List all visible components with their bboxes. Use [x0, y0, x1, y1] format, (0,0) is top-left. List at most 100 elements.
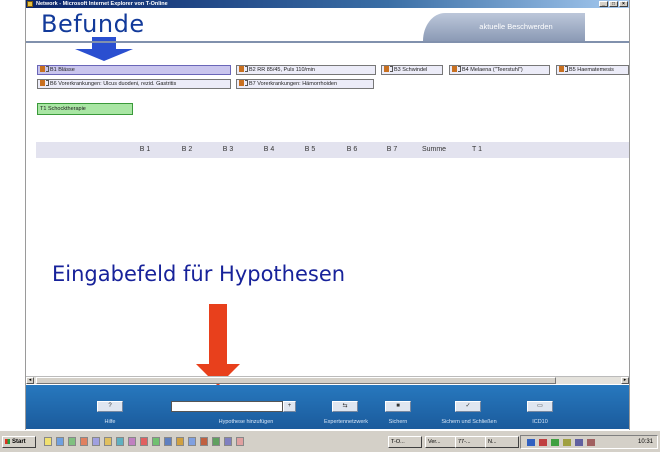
help-label: Hilfe: [104, 419, 116, 425]
window-title: Network - Microsoft Internet Explorer vo…: [36, 1, 168, 7]
finding-chip-label: B6 Vorerkrankungen: Ulcus duodeni, rezid…: [50, 81, 177, 87]
finding-chip-label: B4 Melaena ("Teerstuhl"): [462, 67, 523, 73]
hypothesis-input[interactable]: [171, 401, 283, 412]
bracket-icon: [458, 66, 461, 72]
finding-chip-b3[interactable]: B3 Schwindel: [381, 65, 443, 75]
column-b2: B 2: [181, 146, 193, 153]
finding-icon: [40, 80, 45, 86]
column-t1: T 1: [472, 146, 482, 153]
save-label: Sichern: [388, 419, 408, 425]
maximize-button[interactable]: □: [609, 1, 618, 7]
save-button[interactable]: ■: [385, 401, 411, 412]
quicklaunch-folder-icon[interactable]: [44, 437, 52, 446]
quicklaunch-media-icon[interactable]: [128, 437, 136, 446]
add-icon: +: [287, 403, 292, 409]
bracket-icon: [245, 80, 248, 86]
finding-icon: [239, 66, 244, 72]
save-close-icon: ✓: [465, 403, 471, 409]
system-tray: 10:31: [520, 435, 658, 449]
quicklaunch-ie-icon[interactable]: [56, 437, 64, 446]
minimize-button[interactable]: _: [599, 1, 608, 7]
befunde-heading: Befunde: [41, 10, 145, 38]
quicklaunch-net-icon[interactable]: [188, 437, 196, 446]
column-b7: B 7: [386, 146, 398, 153]
finding-chip-b7[interactable]: B7 Vorerkrankungen: Hämorrhoiden: [236, 79, 374, 89]
tab-aktuelle-beschwerden[interactable]: aktuelle Beschwerden: [423, 13, 585, 41]
window-titlebar: Network - Microsoft Internet Explorer vo…: [26, 0, 629, 8]
hypothesis-field-annotation: Eingabefeld für Hypothesen: [52, 262, 346, 286]
column-b4: B 4: [263, 146, 275, 153]
windows-logo-icon: [5, 439, 10, 444]
quicklaunch-player-icon[interactable]: [140, 437, 148, 446]
finding-chip-b2[interactable]: B2 RR 85/45, Puls 110/min: [236, 65, 376, 75]
horizontal-scrollbar[interactable]: ◂ ▸: [26, 376, 629, 384]
hypothesis-add-button[interactable]: +: [283, 401, 296, 412]
therapy-chip-t1[interactable]: T1 Schocktherapie: [37, 103, 133, 115]
quicklaunch-calc-icon[interactable]: [152, 437, 160, 446]
tray-network-icon[interactable]: [527, 439, 535, 446]
bracket-icon: [46, 66, 49, 72]
finding-chip-label: B5 Haematemesis: [569, 67, 614, 73]
quicklaunch-word-icon[interactable]: [92, 437, 100, 446]
icd10-label: ICD10: [532, 419, 548, 425]
taskbar-item-ver[interactable]: Ver...: [425, 436, 459, 448]
expert-network-label: Expertennetzwerk: [323, 419, 369, 425]
scroll-right-button[interactable]: ▸: [621, 377, 629, 384]
help-button[interactable]: ?: [97, 401, 123, 412]
expert-network-button[interactable]: ⇆: [332, 401, 358, 412]
finding-chip-b1[interactable]: B1 Blässe: [37, 65, 231, 75]
close-button[interactable]: ×: [619, 1, 628, 7]
taskbar-clock: 10:31: [637, 439, 653, 445]
windows-taskbar: Start T-O... Ver... 77-... N... 10:31: [0, 430, 660, 452]
quicklaunch-excel-icon[interactable]: [68, 437, 76, 446]
taskbar-item-n[interactable]: N...: [485, 436, 519, 448]
finding-icon: [559, 66, 564, 72]
evaluation-column-header: B 1 B 2 B 3 B 4 B 5 B 6 B 7 Summe T 1: [36, 142, 629, 158]
tray-misc-icon[interactable]: [587, 439, 595, 446]
bracket-icon: [46, 80, 49, 86]
tray-update-icon[interactable]: [551, 439, 559, 446]
column-b3: B 3: [222, 146, 234, 153]
finding-icon: [384, 66, 389, 72]
bracket-icon: [245, 66, 248, 72]
finding-chip-b6[interactable]: B6 Vorerkrankungen: Ulcus duodeni, rezid…: [37, 79, 231, 89]
start-label: Start: [12, 439, 26, 445]
save-close-button[interactable]: ✓: [455, 401, 481, 412]
quicklaunch-app-icon[interactable]: [80, 437, 88, 446]
app-toolbar: ? Hilfe + Hypothese hinzufügen ⇆ Experte…: [26, 385, 629, 429]
quicklaunch-more-icon[interactable]: [224, 437, 232, 446]
quicklaunch-explorer-icon[interactable]: [104, 437, 112, 446]
column-summe: Summe: [421, 146, 447, 153]
help-icon: ?: [108, 403, 112, 409]
icd-icon: ▭: [537, 403, 543, 409]
taskbar-item-tonline[interactable]: T-O...: [388, 436, 422, 448]
browser-window: Network - Microsoft Internet Explorer vo…: [25, 0, 630, 452]
finding-chip-label: B3 Schwindel: [394, 67, 428, 73]
quicklaunch-misc-icon[interactable]: [200, 437, 208, 446]
quicklaunch-mail-icon[interactable]: [116, 437, 124, 446]
column-b1: B 1: [139, 146, 151, 153]
quicklaunch-last-icon[interactable]: [236, 437, 244, 446]
network-icon: ⇆: [342, 403, 348, 409]
quicklaunch-extra-icon[interactable]: [212, 437, 220, 446]
start-button[interactable]: Start: [2, 436, 36, 448]
finding-icon: [239, 80, 244, 86]
finding-chip-b5[interactable]: B5 Haematemesis: [556, 65, 629, 75]
header-divider: [26, 41, 629, 43]
floppy-disk-icon: ■: [396, 403, 400, 409]
quicklaunch-paint-icon[interactable]: [176, 437, 184, 446]
column-b6: B 6: [346, 146, 358, 153]
taskbar-item-77[interactable]: 77-...: [455, 436, 489, 448]
tray-app-icon[interactable]: [575, 439, 583, 446]
scroll-left-button[interactable]: ◂: [26, 377, 34, 384]
quicklaunch-tool-icon[interactable]: [164, 437, 172, 446]
tray-antivirus-icon[interactable]: [539, 439, 547, 446]
finding-chip-b4[interactable]: B4 Melaena ("Teerstuhl"): [449, 65, 550, 75]
tray-volume-icon[interactable]: [563, 439, 571, 446]
finding-icon: [452, 66, 457, 72]
icd10-button[interactable]: ▭: [527, 401, 553, 412]
scroll-thumb[interactable]: [36, 377, 556, 384]
column-b5: B 5: [304, 146, 316, 153]
finding-chip-label: B2 RR 85/45, Puls 110/min: [249, 67, 315, 73]
bracket-icon: [565, 66, 568, 72]
